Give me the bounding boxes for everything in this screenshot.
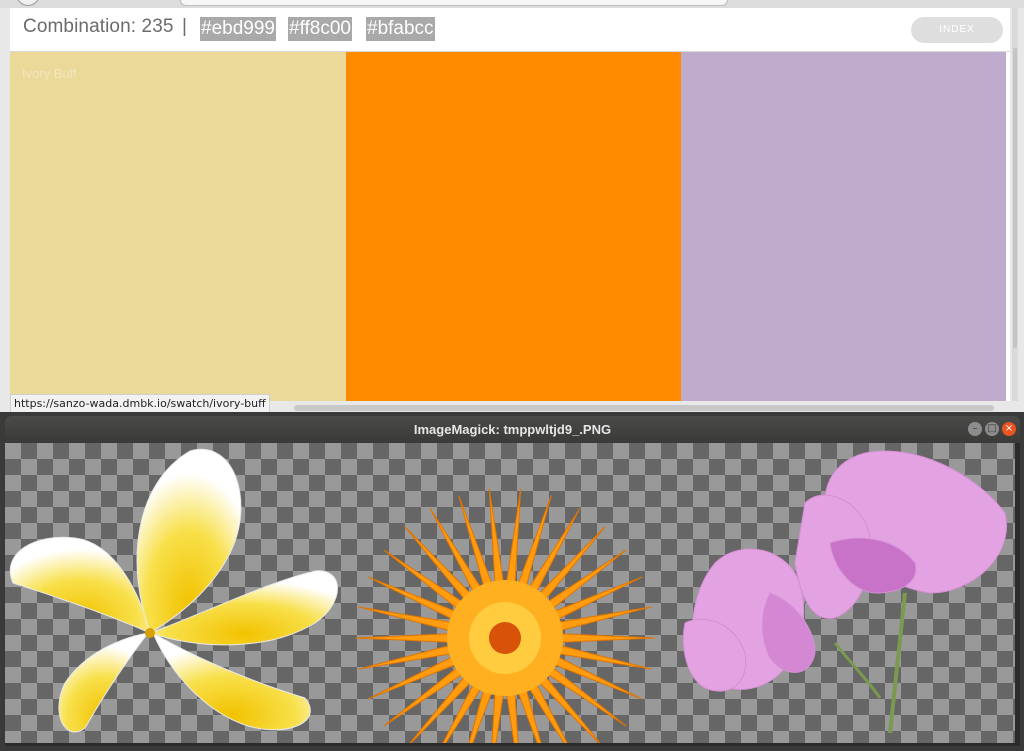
swatch-name-label[interactable]: Ivory Buff: [22, 66, 77, 81]
browser-window: Combination: 235 | #ebd999 #ff8c00 #bfab…: [0, 0, 1024, 412]
image-canvas: [5, 443, 1015, 743]
link-status-tooltip: https://sanzo-wada.dmbk.io/swatch/ivory-…: [10, 394, 270, 412]
combination-title: Combination: 235: [23, 16, 174, 37]
swatch-ivory-buff[interactable]: Ivory Buff: [10, 52, 346, 401]
index-button[interactable]: INDEX: [911, 17, 1003, 43]
window-title: ImageMagick: tmppwltjd9_.PNG: [413, 422, 612, 437]
calendula-flower-image: [354, 488, 656, 743]
maximize-icon[interactable]: □: [985, 422, 999, 436]
url-bar[interactable]: [180, 0, 728, 6]
combination-header: Combination: 235 | #ebd999 #ff8c00 #bfab…: [10, 8, 1010, 52]
horizontal-scrollbar[interactable]: [294, 405, 994, 411]
hex-code-2[interactable]: #ff8c00: [288, 17, 352, 41]
browser-toolbar-edge: [0, 0, 1024, 8]
swatch-lavender[interactable]: [681, 52, 1006, 401]
sweet-pea-flower-image: [682, 450, 1007, 734]
swatch-page: Combination: 235 | #ebd999 #ff8c00 #bfab…: [10, 8, 1010, 401]
minimize-icon[interactable]: –: [968, 422, 982, 436]
swatch-orange[interactable]: [346, 52, 681, 401]
browser-nav-button[interactable]: [16, 0, 40, 6]
window-titlebar[interactable]: ImageMagick: tmppwltjd9_.PNG – □ ×: [5, 416, 1020, 443]
title-separator: |: [182, 16, 187, 37]
imagemagick-window: ImageMagick: tmppwltjd9_.PNG – □ ×: [5, 416, 1020, 746]
close-icon[interactable]: ×: [1002, 422, 1016, 436]
hex-code-3[interactable]: #bfabcc: [366, 17, 435, 41]
scrollbar-thumb[interactable]: [1013, 48, 1017, 348]
vertical-scrollbar[interactable]: [1012, 8, 1018, 401]
plumeria-flower-image: [9, 448, 338, 733]
hex-code-1[interactable]: #ebd999: [200, 17, 276, 41]
